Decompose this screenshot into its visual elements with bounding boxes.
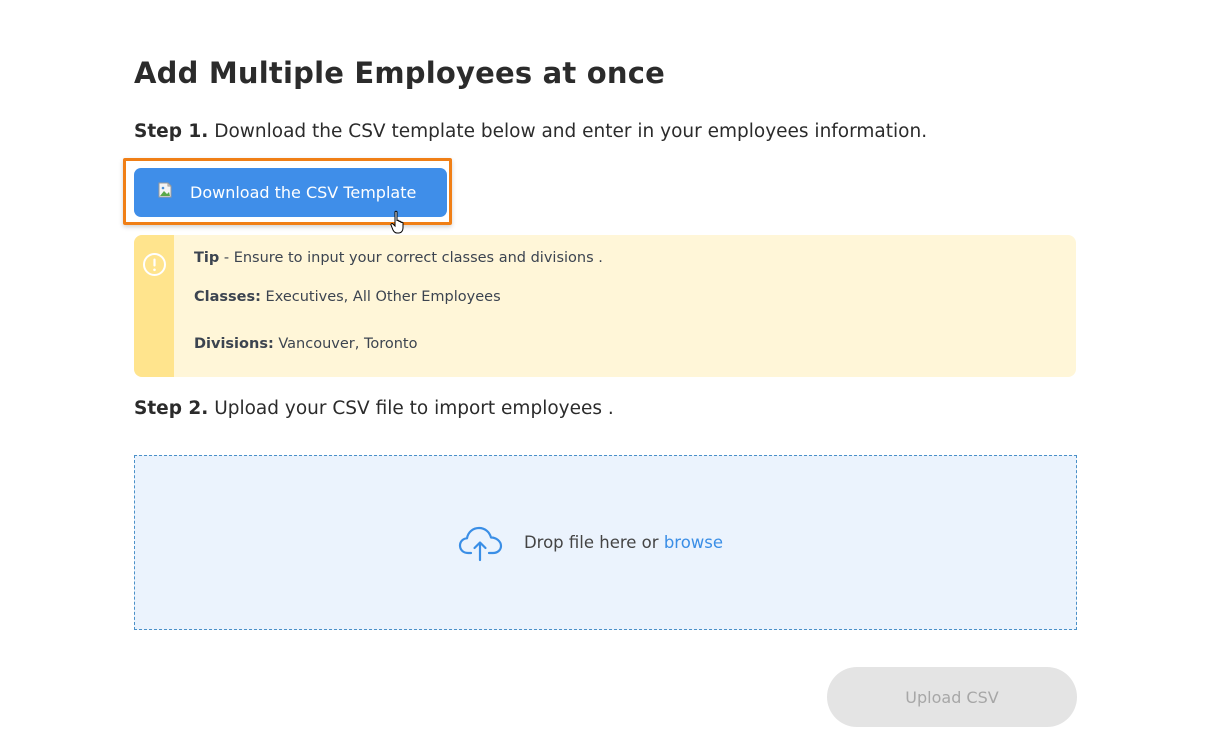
step-1-label: Step 1.: [134, 121, 209, 142]
dropzone-content: Drop file here or browse: [458, 524, 723, 562]
classes-value: Executives, All Other Employees: [260, 289, 501, 305]
tip-title: Tip: [194, 250, 220, 266]
download-button-label: Download the CSV Template: [190, 183, 417, 202]
tip-box: Tip - Ensure to input your correct class…: [134, 235, 1076, 377]
tip-divisions: Divisions: Vancouver, Toronto: [194, 336, 417, 352]
divisions-label: Divisions:: [194, 336, 274, 352]
dropzone-instruction: Drop file here or: [523, 533, 664, 552]
tip-text: Tip - Ensure to input your correct class…: [194, 250, 603, 266]
hand-pointer-icon: [390, 210, 408, 236]
browse-link[interactable]: browse: [664, 533, 723, 552]
file-dropzone[interactable]: Drop file here or browse: [134, 455, 1077, 630]
dropzone-text: Drop file here or browse: [524, 533, 723, 552]
page-title: Add Multiple Employees at once: [134, 56, 665, 90]
step-2-text: Upload your CSV file to import employees…: [208, 398, 614, 419]
tip-description: - Ensure to input your correct classes a…: [219, 250, 603, 266]
broken-image-icon: [158, 182, 174, 198]
tip-accent-bar: [134, 235, 174, 377]
step-1-instruction: Step 1. Download the CSV template below …: [134, 121, 927, 142]
step-1-text: Download the CSV template below and ente…: [208, 121, 928, 142]
divisions-value: Vancouver, Toronto: [273, 336, 418, 352]
classes-label: Classes:: [194, 289, 261, 305]
tip-classes: Classes: Executives, All Other Employees: [194, 289, 501, 305]
step-2-label: Step 2.: [134, 398, 209, 419]
cloud-upload-icon: [458, 524, 504, 562]
alert-circle-icon: [142, 252, 167, 277]
step-2-instruction: Step 2. Upload your CSV file to import e…: [134, 398, 614, 419]
upload-csv-button[interactable]: Upload CSV: [827, 667, 1077, 727]
